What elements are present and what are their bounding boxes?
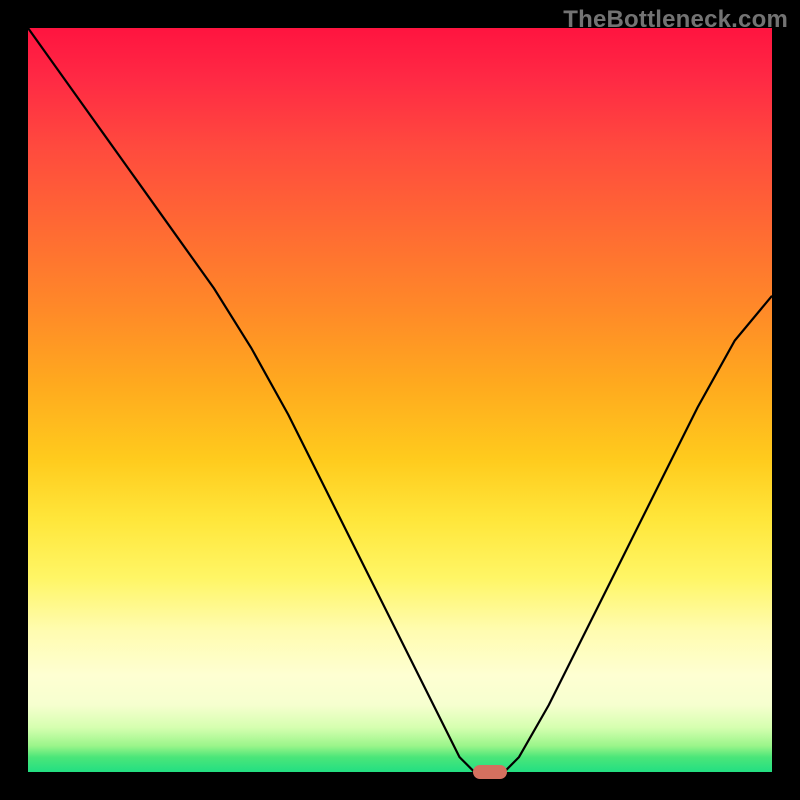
bottleneck-curve (28, 28, 772, 772)
optimum-marker (473, 765, 507, 779)
chart-frame: TheBottleneck.com (0, 0, 800, 800)
curve-path (28, 28, 772, 772)
watermark-text: TheBottleneck.com (563, 6, 788, 34)
plot-area (28, 28, 772, 772)
